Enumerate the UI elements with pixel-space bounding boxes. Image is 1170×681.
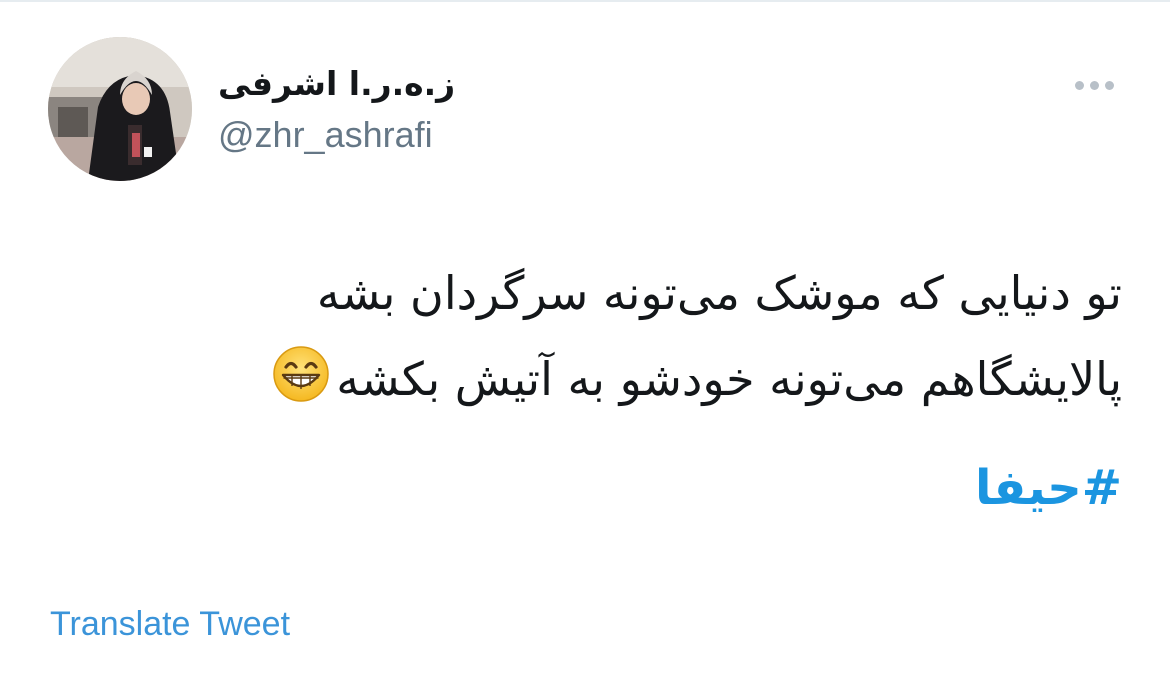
- tweet-text: تو دنیایی که موشک می‌تونه سرگردان بشه پا…: [122, 250, 1122, 430]
- more-options-dot: [1089, 80, 1099, 90]
- tweet-text-line-2: پالایشگاهم می‌تونه خودشو به آتیش بکشه: [122, 336, 1122, 430]
- translate-tweet-link[interactable]: Translate Tweet: [50, 602, 290, 646]
- more-options-button[interactable]: [1066, 70, 1122, 100]
- user-avatar[interactable]: [48, 37, 192, 181]
- grinning-face-emoji-icon: [272, 344, 330, 430]
- tweet-text-line-2-text: پالایشگاهم می‌تونه خودشو به آتیش بکشه: [336, 352, 1122, 406]
- author-handle[interactable]: @zhr_ashrafi: [218, 113, 433, 157]
- more-options-dots-icon: [1074, 80, 1084, 90]
- more-options-dot: [1104, 80, 1114, 90]
- author-display-name[interactable]: ز.ه.ر.ا اشرفی: [218, 64, 455, 104]
- tweet-text-line-1: تو دنیایی که موشک می‌تونه سرگردان بشه: [316, 266, 1122, 320]
- hashtag-link[interactable]: #حیفا: [975, 448, 1122, 528]
- top-divider: [0, 0, 1170, 2]
- avatar-photo-icon: [48, 37, 192, 181]
